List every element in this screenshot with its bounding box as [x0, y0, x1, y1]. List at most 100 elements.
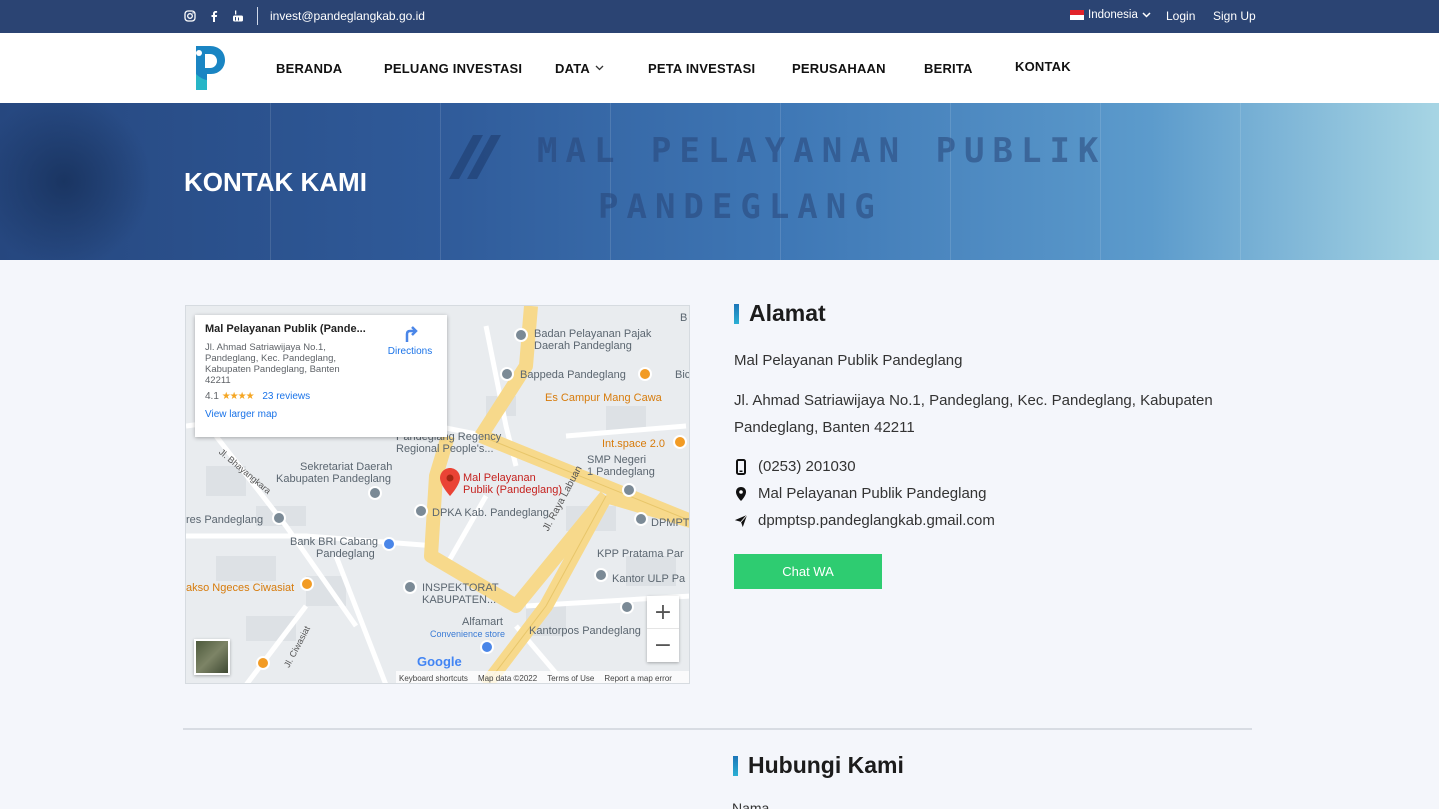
address-line-1: Jl. Ahmad Satriawijaya No.1, Pandeglang,… — [734, 392, 1213, 409]
chevron-down-icon — [595, 65, 604, 71]
chevron-down-icon — [1142, 12, 1151, 18]
nav-peluang-investasi[interactable]: PELUANG INVESTASI — [384, 61, 522, 76]
heading-accent-bar — [733, 755, 738, 776]
language-selector[interactable]: Indonesia — [1070, 9, 1151, 21]
restaurant-pin-icon[interactable] — [638, 367, 652, 381]
map-pin-icon[interactable] — [272, 511, 286, 525]
map-place-label: res Pandeglang — [186, 514, 264, 526]
phone-number: (0253) 201030 — [758, 458, 856, 475]
map-place-label: B — [680, 312, 688, 324]
map-pin-icon[interactable] — [634, 512, 648, 526]
signup-link[interactable]: Sign Up — [1213, 9, 1256, 23]
directions-label: Directions — [387, 346, 433, 357]
hero-building-line — [440, 103, 441, 260]
site-logo[interactable] — [193, 44, 227, 92]
hero-building-line — [610, 103, 611, 260]
zoom-out-button[interactable]: − — [647, 629, 679, 662]
hero-banner: MAL PELAYANAN PUBLIK PANDEGLANG KONTAK K… — [0, 103, 1439, 260]
address-place-name: Mal Pelayanan Publik Pandeglang — [734, 352, 963, 369]
map-place-label: DPMPT — [651, 517, 690, 529]
location-name: Mal Pelayanan Publik Pandeglang — [758, 485, 987, 502]
map-attribution: Keyboard shortcuts Map data ©2022 Terms … — [396, 671, 689, 683]
map-pin-icon[interactable] — [500, 367, 514, 381]
bank-pin-icon[interactable] — [382, 537, 396, 551]
youtube-icon[interactable] — [232, 10, 244, 22]
login-link[interactable]: Login — [1166, 9, 1195, 23]
map-place-label: Bappeda Pandeglang — [520, 369, 626, 381]
chat-wa-button[interactable]: Chat WA — [734, 554, 882, 589]
map-place-label: DPKA Kab. Pandeglang — [432, 507, 549, 519]
language-label: Indonesia — [1088, 9, 1138, 21]
map-place-label: 1 Pandeglang — [587, 466, 655, 478]
map-place-label: INSPEKTORAT — [422, 582, 499, 594]
contact-location-row: Mal Pelayanan Publik Pandeglang — [734, 485, 987, 502]
map-place-label: Sekretariat Daerah — [300, 461, 393, 473]
map-place-label: Alfamart — [462, 616, 503, 628]
nav-berita[interactable]: BERITA — [924, 61, 973, 76]
rating-value: 4.1 — [205, 391, 219, 402]
zoom-in-button[interactable]: + — [647, 596, 679, 629]
report-error-link[interactable]: Report a map error — [604, 674, 672, 683]
nav-perusahaan[interactable]: PERUSAHAAN — [792, 61, 886, 76]
address-heading: Alamat — [734, 300, 826, 327]
social-links — [184, 10, 244, 22]
google-map-embed[interactable]: Badan Pelayanan Pajak Daerah Pandeglang … — [185, 305, 690, 684]
building-emblem-icon — [449, 135, 501, 179]
store-pin-icon[interactable] — [480, 640, 494, 654]
map-place-label: SMP Negeri — [587, 454, 647, 466]
map-info-title: Mal Pelayanan Publik (Pande... — [205, 323, 366, 335]
reviews-link[interactable]: 23 reviews — [262, 391, 310, 402]
send-icon — [734, 514, 748, 527]
map-info-rating: 4.1 ★★★★ 23 reviews — [205, 391, 437, 402]
contact-heading: Hubungi Kami — [733, 752, 904, 779]
directions-button[interactable]: Directions — [385, 325, 435, 357]
address-line-2: Pandeglang, Banten 42211 — [734, 419, 915, 436]
map-pin-icon[interactable] — [622, 483, 636, 497]
map-place-label: Regional People's... — [396, 443, 494, 455]
topbar-email-link[interactable]: invest@pandeglangkab.go.id — [270, 9, 425, 23]
hero-tree-shadow — [0, 103, 160, 260]
map-place-label: Bic — [675, 369, 690, 381]
keyboard-shortcuts-link[interactable]: Keyboard shortcuts — [399, 674, 468, 683]
map-place-label: Kantorpos Pandeglang — [529, 625, 641, 637]
location-marker-icon[interactable] — [439, 467, 461, 497]
post-office-pin-icon[interactable] — [620, 600, 634, 614]
map-place-label: Pandeglang — [316, 548, 375, 560]
cafe-pin-icon[interactable] — [673, 435, 687, 449]
nav-kontak[interactable]: KONTAK — [1015, 59, 1071, 74]
map-pin-icon[interactable] — [368, 486, 382, 500]
section-divider — [183, 728, 1252, 730]
map-place-label: KABUPATEN... — [422, 594, 497, 606]
facebook-icon[interactable] — [208, 10, 220, 22]
building-sign-line2: PANDEGLANG — [598, 187, 883, 227]
restaurant-pin-icon[interactable] — [256, 656, 270, 670]
indonesia-flag-icon — [1070, 10, 1084, 20]
map-place-label: Es Campur Mang Cawa — [545, 392, 662, 404]
terms-link[interactable]: Terms of Use — [547, 674, 594, 683]
map-pin-icon[interactable] — [414, 504, 428, 518]
hero-building-line — [1100, 103, 1101, 260]
map-pin-icon[interactable] — [594, 568, 608, 582]
heading-accent-bar — [734, 303, 739, 324]
satellite-toggle-button[interactable] — [194, 639, 230, 675]
restaurant-pin-icon[interactable] — [300, 577, 314, 591]
map-zoom-control: + − — [647, 596, 679, 662]
nav-data[interactable]: DATA — [555, 61, 604, 76]
view-larger-map-link[interactable]: View larger map — [205, 409, 437, 420]
nav-beranda[interactable]: BERANDA — [276, 61, 342, 76]
map-place-label: KPP Pratama Par — [597, 548, 684, 560]
map-place-label: Publik (Pandeglang) — [463, 484, 563, 496]
location-pin-icon — [736, 486, 746, 501]
map-pin-icon[interactable] — [514, 328, 528, 342]
topbar-divider — [257, 7, 258, 25]
contact-email-row: dpmptsp.pandeglangkab.gmail.com — [734, 512, 995, 529]
address-heading-text: Alamat — [749, 300, 826, 326]
top-bar: invest@pandeglangkab.go.id Indonesia Log… — [0, 0, 1439, 33]
nav-peta-investasi[interactable]: PETA INVESTASI — [648, 61, 755, 76]
instagram-icon[interactable] — [184, 10, 196, 22]
hero-building-line — [950, 103, 951, 260]
hero-building-line — [780, 103, 781, 260]
phone-icon — [736, 458, 746, 475]
map-place-label: Mal Pelayanan — [463, 472, 536, 484]
map-pin-icon[interactable] — [403, 580, 417, 594]
